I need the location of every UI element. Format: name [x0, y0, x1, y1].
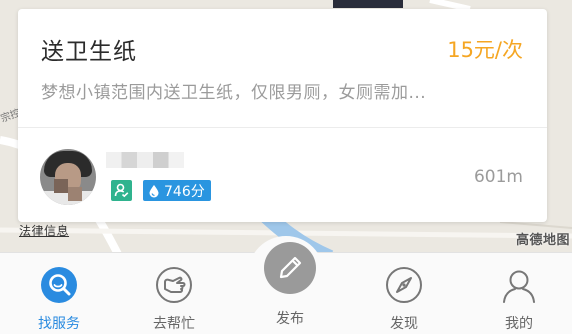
compass-icon: [384, 265, 424, 305]
tab-mine[interactable]: 我的: [462, 253, 572, 334]
tab-find-service[interactable]: 找服务: [2, 253, 116, 334]
water-drop-icon: [149, 184, 159, 197]
credit-score-value: 746分: [164, 183, 205, 200]
legal-info-link[interactable]: 法律信息: [19, 222, 69, 239]
tab-label: 发现: [390, 316, 418, 332]
avatar[interactable]: [40, 149, 96, 205]
tab-label: 去帮忙: [153, 316, 195, 332]
person-icon: [499, 265, 539, 305]
user-verified-icon: [111, 180, 132, 201]
username-blurred: [106, 152, 184, 168]
tab-publish[interactable]: [264, 242, 316, 294]
tab-label: 我的: [505, 316, 533, 332]
task-title: 送卫生纸: [41, 39, 137, 65]
task-description: 梦想小镇范围内送卫生纸，仅限男厕，女厕需加...: [41, 83, 427, 103]
tab-go-help[interactable]: 去帮忙: [117, 253, 231, 334]
task-price: 15元/次: [447, 38, 523, 62]
tab-label: 发布: [276, 311, 304, 327]
helping-hand-icon: [154, 265, 194, 305]
credit-score-badge: 746分: [143, 180, 211, 201]
search-service-icon: [39, 265, 79, 305]
tab-label: 找服务: [38, 316, 80, 332]
task-card[interactable]: 送卫生纸 15元/次 梦想小镇范围内送卫生纸，仅限男厕，女厕需加... 746分…: [18, 9, 547, 222]
map-thumbnail: [333, 0, 403, 8]
card-divider: [18, 127, 547, 128]
pencil-icon: [279, 256, 302, 279]
task-distance: 601m: [473, 167, 523, 187]
tab-discover[interactable]: 发现: [347, 253, 461, 334]
map-brand-logo: 高德地图: [515, 233, 570, 248]
